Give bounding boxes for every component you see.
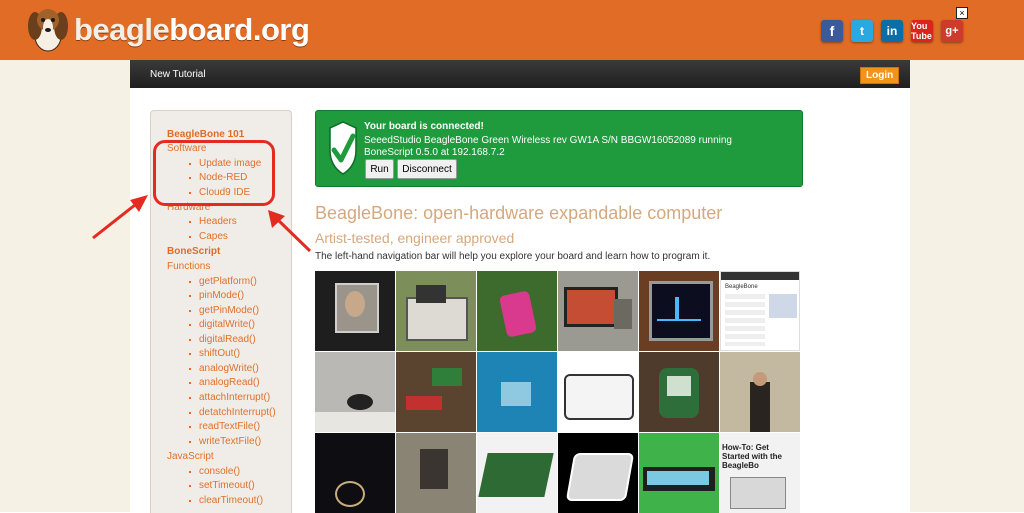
gallery-tile[interactable] [477, 271, 557, 351]
gallery-tile-caption: BeagleBone [725, 284, 758, 290]
disconnect-button[interactable]: Disconnect [397, 159, 457, 179]
gallery-tile[interactable] [315, 271, 395, 351]
nav-tutorial-link[interactable]: New Tutorial [150, 69, 206, 80]
sidebar-item-console[interactable]: console() [188, 466, 240, 477]
top-navbar: New Tutorial Login [130, 60, 910, 88]
sidebar-item-analogread[interactable]: analogRead() [189, 377, 260, 388]
status-title: Your board is connected! [364, 121, 484, 132]
gallery-tile[interactable] [639, 352, 719, 432]
google-plus-icon[interactable]: g+ [941, 20, 963, 42]
sidebar-item-shiftout[interactable]: shiftOut() [188, 348, 240, 359]
gallery-tile[interactable] [558, 271, 638, 351]
close-icon[interactable]: × [956, 7, 968, 19]
gallery-tile[interactable] [396, 271, 476, 351]
sidebar-item-headers[interactable]: Headers [189, 216, 237, 227]
sidebar-item-cleartimeout[interactable]: clearTimeout() [188, 495, 263, 506]
gallery-tile[interactable] [558, 433, 638, 513]
page-subtitle: Artist-tested, engineer approved [315, 230, 515, 246]
facebook-icon[interactable]: f [821, 20, 843, 42]
gallery-tile[interactable] [315, 352, 395, 432]
gallery-tile[interactable] [477, 352, 557, 432]
gallery-tile-caption: How-To: Get Started with the BeagleBo [722, 443, 783, 470]
sidebar-functions[interactable]: Functions [167, 261, 210, 272]
project-gallery: BeagleBone How-To: Get Started with the … [315, 271, 801, 513]
board-status-panel: Your board is connected! SeeedStudio Bea… [315, 110, 803, 187]
gallery-tile[interactable]: How-To: Get Started with the BeagleBo [720, 433, 800, 513]
sidebar-item-settimeout[interactable]: setTimeout() [189, 480, 255, 491]
beagle-logo-icon[interactable] [26, 6, 70, 54]
sidebar-item-writetextfile[interactable]: writeTextFile() [188, 436, 261, 447]
sidebar-item-getpinmode[interactable]: getPinMode() [188, 305, 259, 316]
sidebar-item-pinmode[interactable]: pinMode() [188, 290, 244, 301]
status-bonescript-info: BoneScript 0.5.0 at 192.168.7.2 [364, 147, 505, 158]
gallery-tile[interactable] [315, 433, 395, 513]
status-board-info: SeeedStudio BeagleBone Green Wireless re… [364, 135, 732, 146]
twitter-icon[interactable]: t [851, 20, 873, 42]
youtube-icon[interactable]: You Tube [911, 20, 933, 42]
sidebar-item-getplatform[interactable]: getPlatform() [189, 276, 257, 287]
sidebar-item-analogwrite[interactable]: analogWrite() [189, 363, 259, 374]
linkedin-icon[interactable]: in [881, 20, 903, 42]
gallery-tile[interactable] [396, 433, 476, 513]
gallery-tile[interactable] [639, 271, 719, 351]
gallery-tile[interactable] [720, 352, 800, 432]
sidebar-item-capes[interactable]: Capes [189, 231, 228, 242]
sidebar-beaglebone-101[interactable]: BeagleBone 101 [167, 129, 244, 140]
sidebar-item-digitalwrite[interactable]: digitalWrite() [189, 319, 255, 330]
run-button[interactable]: Run [365, 159, 394, 179]
gallery-tile[interactable]: BeagleBone [720, 271, 800, 351]
gallery-tile[interactable] [477, 433, 557, 513]
gallery-tile[interactable] [396, 352, 476, 432]
logo-word-board: board.org [169, 12, 310, 47]
software-highlight-circle [153, 140, 275, 206]
site-logo-text[interactable]: beagleboard.org [74, 12, 310, 48]
login-button[interactable]: Login [860, 67, 900, 84]
sidebar-bonescript[interactable]: BoneScript [167, 246, 220, 257]
logo-word-beagle: beagle [74, 12, 170, 47]
page-title: BeagleBone: open-hardware expandable com… [315, 203, 723, 223]
sidebar-item-attachinterrupt[interactable]: attachInterrupt() [188, 392, 270, 403]
sidebar-item-readtextfile[interactable]: readTextFile() [188, 421, 260, 432]
sidebar-javascript[interactable]: JavaScript [167, 451, 214, 462]
gallery-tile[interactable] [639, 433, 719, 513]
page-description: The left-hand navigation bar will help y… [315, 251, 711, 262]
gallery-tile[interactable] [558, 352, 638, 432]
site-header: beagleboard.org f t in You Tube g+ × [0, 0, 1024, 60]
checkmark-shield-icon [329, 121, 357, 175]
sidebar-item-detatchinterrupt[interactable]: detatchInterrupt() [189, 407, 276, 418]
sidebar-item-digitalread[interactable]: digitalRead() [189, 334, 256, 345]
